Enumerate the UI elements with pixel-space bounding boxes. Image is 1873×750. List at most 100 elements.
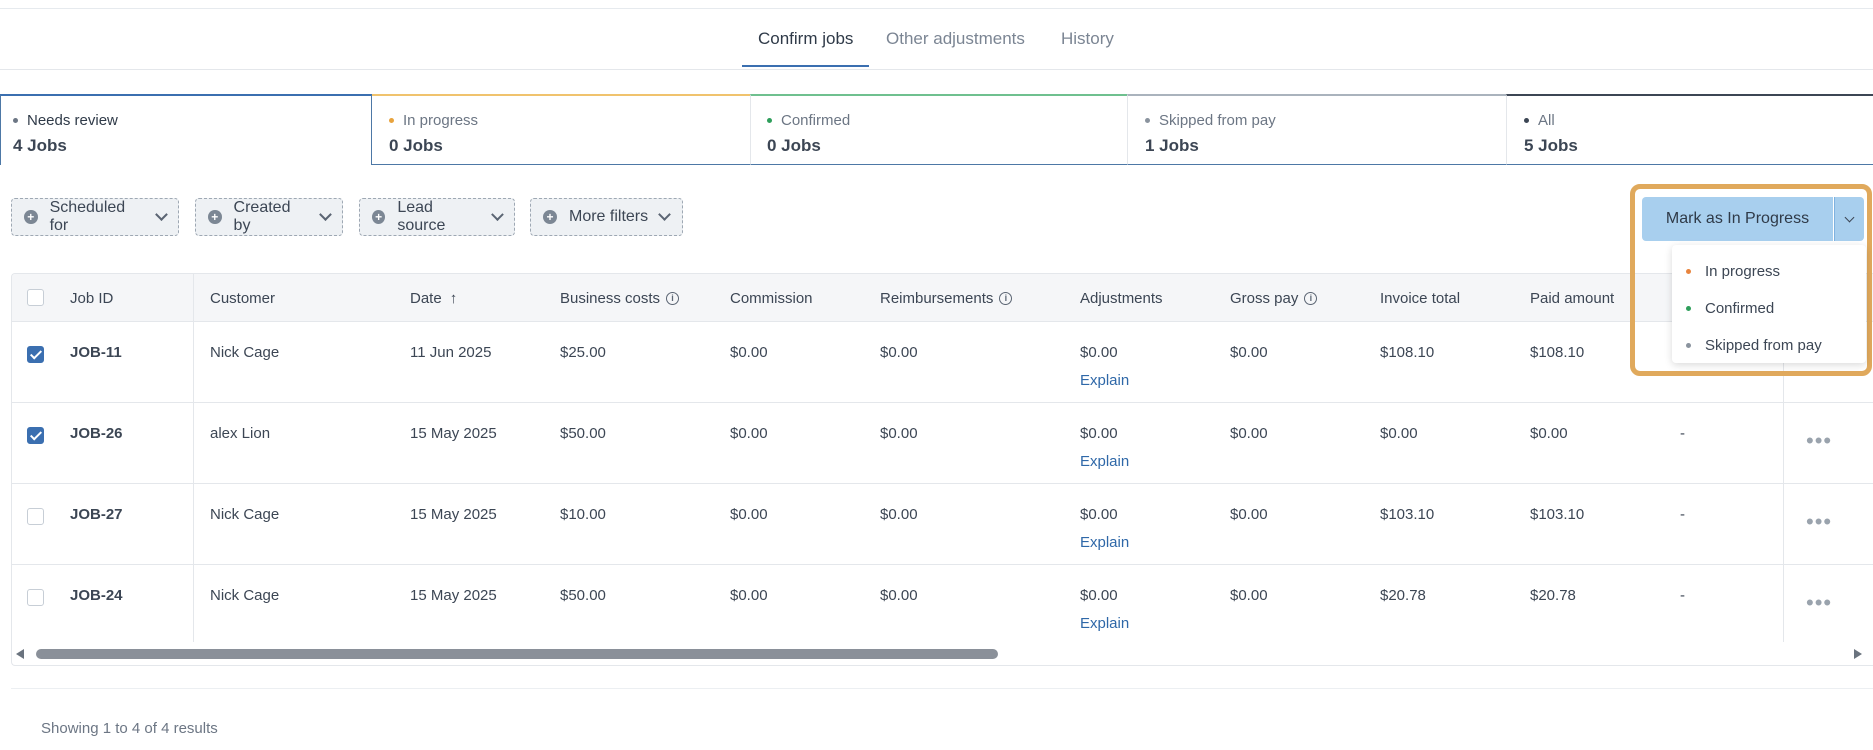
cell-job-id[interactable]: JOB-27 bbox=[70, 506, 123, 523]
table-header: Job ID Customer Date ↑ Business costs i Co… bbox=[12, 274, 1873, 322]
cell-job-id[interactable]: JOB-24 bbox=[70, 587, 123, 604]
status-dot bbox=[13, 118, 18, 123]
cell-customer: Nick Cage bbox=[210, 506, 280, 523]
status-dot bbox=[767, 118, 772, 123]
tab-history[interactable]: History bbox=[1061, 29, 1114, 67]
cell-commission: $0.00 bbox=[730, 587, 768, 604]
col-business-costs[interactable]: Business costs i bbox=[560, 290, 680, 307]
filter-lead-source[interactable]: + Lead source bbox=[359, 198, 515, 236]
menu-item-label: Skipped from pay bbox=[1705, 337, 1822, 354]
plus-icon: + bbox=[24, 210, 38, 224]
status-dot bbox=[1686, 343, 1691, 348]
filter-label: More filters bbox=[569, 208, 649, 225]
menu-item-confirmed[interactable]: Confirmed bbox=[1672, 290, 1866, 327]
chevron-down-icon bbox=[1844, 212, 1855, 222]
mark-dropdown-toggle[interactable] bbox=[1834, 197, 1864, 241]
col-date[interactable]: Date ↑ bbox=[410, 290, 457, 307]
table-row[interactable]: JOB-27 Nick Cage 15 May 2025 $10.00 $0.0… bbox=[12, 484, 1873, 565]
status-dot bbox=[1686, 306, 1691, 311]
menu-item-in-progress[interactable]: In progress bbox=[1672, 253, 1866, 290]
row-checkbox[interactable] bbox=[27, 589, 44, 606]
scroll-left-arrow-icon[interactable] bbox=[16, 649, 24, 659]
row-checkbox[interactable] bbox=[27, 346, 44, 363]
card-all[interactable]: All 5 Jobs bbox=[1506, 94, 1873, 165]
card-confirmed[interactable]: Confirmed 0 Jobs bbox=[750, 94, 1127, 165]
cell-customer: alex Lion bbox=[210, 425, 271, 442]
col-adjustments[interactable]: Adjustments bbox=[1080, 290, 1163, 307]
card-label: All bbox=[1524, 112, 1873, 129]
cell-invoice-total: $108.10 bbox=[1380, 344, 1435, 361]
card-label: In progress bbox=[389, 112, 750, 129]
row-actions-icon[interactable]: ••• bbox=[1806, 592, 1832, 614]
card-count: 0 Jobs bbox=[767, 136, 821, 155]
table-row[interactable]: JOB-24 Nick Cage 15 May 2025 $50.00 $0.0… bbox=[12, 565, 1873, 646]
cell-customer: Nick Cage bbox=[210, 344, 280, 361]
info-icon[interactable]: i bbox=[666, 292, 680, 305]
tab-confirm-jobs[interactable]: Confirm jobs bbox=[741, 29, 870, 67]
table-row[interactable]: JOB-26 alex Lion 15 May 2025 $50.00 $0.0… bbox=[12, 403, 1873, 484]
cell-gross-pay: $0.00 bbox=[1230, 506, 1268, 523]
card-skipped-from-pay[interactable]: Skipped from pay 1 Jobs bbox=[1127, 94, 1506, 165]
card-label-text: Needs review bbox=[27, 112, 118, 129]
top-border bbox=[0, 0, 1873, 9]
col-invoice-total[interactable]: Invoice total bbox=[1380, 290, 1460, 307]
explain-link[interactable]: Explain bbox=[1080, 534, 1129, 551]
explain-link[interactable]: Explain bbox=[1080, 372, 1129, 389]
cell-reimbursements: $0.00 bbox=[880, 344, 918, 361]
menu-item-label: Confirmed bbox=[1705, 300, 1775, 317]
filter-more-filters[interactable]: + More filters bbox=[530, 198, 683, 236]
info-icon[interactable]: i bbox=[1304, 292, 1318, 305]
explain-link[interactable]: Explain bbox=[1080, 453, 1129, 470]
col-paid-amount[interactable]: Paid amount bbox=[1530, 290, 1614, 307]
horizontal-scrollbar[interactable] bbox=[12, 642, 1873, 665]
status-dot bbox=[1145, 118, 1150, 123]
filter-label: Created by bbox=[233, 199, 291, 234]
chevron-down-icon bbox=[155, 208, 168, 221]
filter-scheduled-for[interactable]: + Scheduled for bbox=[11, 198, 179, 236]
cell-job-id[interactable]: JOB-11 bbox=[70, 344, 122, 361]
scroll-right-arrow-icon[interactable] bbox=[1854, 649, 1862, 659]
cell-invoice-total: $0.00 bbox=[1380, 425, 1418, 442]
cell-invoice-total: $20.78 bbox=[1380, 587, 1426, 604]
card-label-text: Confirmed bbox=[781, 112, 851, 129]
plus-icon: + bbox=[543, 210, 557, 224]
tab-other-adjustments[interactable]: Other adjustments bbox=[886, 29, 1025, 67]
cell-date: 11 Jun 2025 bbox=[410, 344, 492, 361]
col-reimbursements[interactable]: Reimbursements i bbox=[880, 290, 1013, 307]
jobs-table: Job ID Customer Date ↑ Business costs i Co… bbox=[11, 273, 1873, 666]
select-all-checkbox[interactable] bbox=[27, 289, 44, 306]
scrollbar-thumb[interactable] bbox=[36, 649, 998, 659]
explain-link[interactable]: Explain bbox=[1080, 615, 1129, 632]
card-in-progress[interactable]: In progress 0 Jobs bbox=[372, 94, 750, 165]
card-needs-review[interactable]: Needs review 4 Jobs bbox=[0, 94, 372, 165]
plus-icon: + bbox=[372, 210, 386, 224]
card-label: Needs review bbox=[13, 112, 371, 129]
card-count: 0 Jobs bbox=[389, 136, 443, 155]
col-customer[interactable]: Customer bbox=[210, 290, 275, 307]
status-dot bbox=[389, 118, 394, 123]
col-commission[interactable]: Commission bbox=[730, 290, 813, 307]
cell-date: 15 May 2025 bbox=[410, 506, 497, 523]
filter-created-by[interactable]: + Created by bbox=[195, 198, 343, 236]
cell-paid-amount: $103.10 bbox=[1530, 506, 1585, 523]
cell-commission: $0.00 bbox=[730, 344, 768, 361]
info-icon[interactable]: i bbox=[999, 292, 1013, 305]
cell-job-id[interactable]: JOB-26 bbox=[70, 425, 123, 442]
card-label-text: All bbox=[1538, 112, 1555, 129]
row-checkbox[interactable] bbox=[27, 508, 44, 525]
cell-extra: - bbox=[1680, 587, 1685, 604]
col-gross-pay[interactable]: Gross pay i bbox=[1230, 290, 1318, 307]
row-actions-icon[interactable]: ••• bbox=[1806, 430, 1832, 452]
cell-business-costs: $25.00 bbox=[560, 344, 606, 361]
menu-item-skipped-from-pay[interactable]: Skipped from pay bbox=[1672, 327, 1866, 364]
row-checkbox[interactable] bbox=[27, 427, 44, 444]
row-actions-icon[interactable]: ••• bbox=[1806, 511, 1832, 533]
table-row[interactable]: JOB-11 Nick Cage 11 Jun 2025 $25.00 $0.0… bbox=[12, 322, 1873, 403]
mark-as-in-progress-button[interactable]: Mark as In Progress bbox=[1642, 197, 1833, 241]
col-job-id[interactable]: Job ID bbox=[70, 290, 113, 307]
cell-commission: $0.00 bbox=[730, 506, 768, 523]
card-count: 4 Jobs bbox=[13, 136, 67, 155]
cell-business-costs: $10.00 bbox=[560, 506, 606, 523]
plus-icon: + bbox=[208, 210, 222, 224]
cell-extra: - bbox=[1680, 506, 1685, 523]
